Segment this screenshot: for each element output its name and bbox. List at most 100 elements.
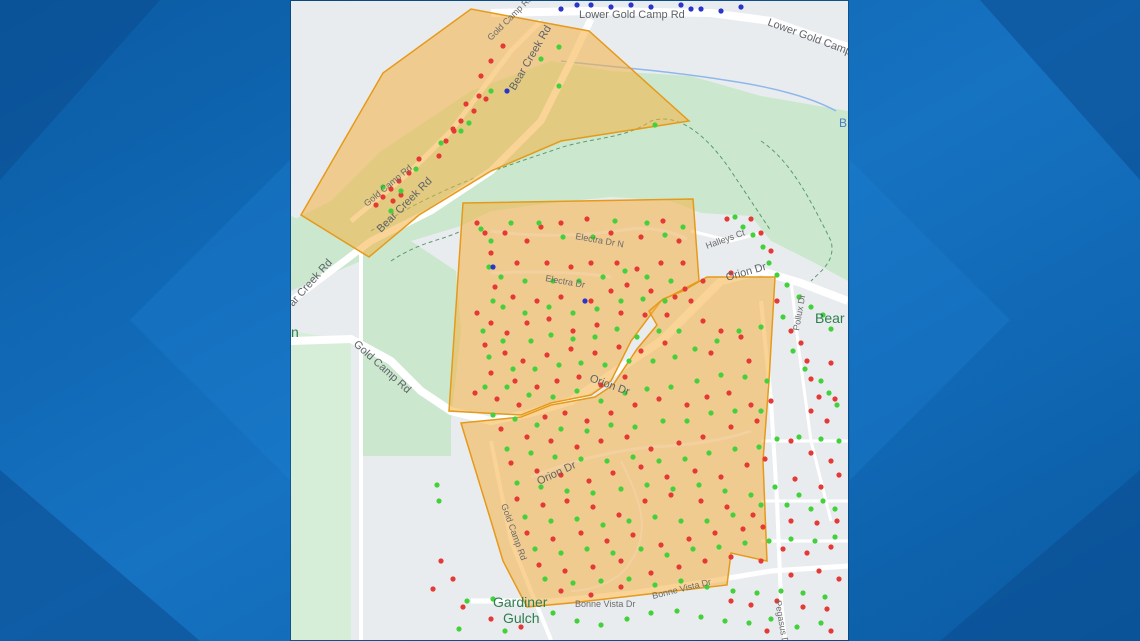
parcel-dot-red[interactable]	[604, 538, 610, 544]
parcel-dot-red[interactable]	[760, 524, 766, 530]
parcel-dot-red[interactable]	[614, 260, 620, 266]
parcel-dot-red[interactable]	[458, 118, 464, 124]
parcel-dot-red[interactable]	[668, 492, 674, 498]
parcel-dot-red[interactable]	[728, 554, 734, 560]
parcel-dot-red[interactable]	[568, 264, 574, 270]
parcel-dot-red[interactable]	[808, 376, 814, 382]
parcel-dot-green[interactable]	[634, 334, 640, 340]
parcel-dot-green[interactable]	[774, 272, 780, 278]
parcel-dot-red[interactable]	[688, 298, 694, 304]
parcel-dot-green[interactable]	[508, 220, 514, 226]
parcel-dot-red[interactable]	[608, 288, 614, 294]
parcel-dot-green[interactable]	[808, 506, 814, 512]
parcel-dot-green[interactable]	[708, 410, 714, 416]
parcel-dot-green[interactable]	[732, 214, 738, 220]
parcel-dot-red[interactable]	[540, 502, 546, 508]
parcel-dot-red[interactable]	[588, 592, 594, 598]
parcel-dot-red[interactable]	[686, 536, 692, 542]
parcel-dot-red[interactable]	[502, 230, 508, 236]
parcel-dot-red[interactable]	[704, 394, 710, 400]
parcel-dot-red[interactable]	[774, 298, 780, 304]
parcel-dot-red[interactable]	[592, 350, 598, 356]
parcel-dot-green[interactable]	[760, 244, 766, 250]
parcel-dot-red[interactable]	[692, 468, 698, 474]
parcel-dot-red[interactable]	[488, 250, 494, 256]
parcel-dot-blue[interactable]	[574, 2, 580, 8]
parcel-dot-red[interactable]	[832, 396, 838, 402]
parcel-dot-red[interactable]	[676, 564, 682, 570]
parcel-dot-green[interactable]	[828, 326, 834, 332]
parcel-dot-red[interactable]	[616, 512, 622, 518]
parcel-dot-green[interactable]	[542, 576, 548, 582]
parcel-dot-green[interactable]	[626, 358, 632, 364]
parcel-dot-red[interactable]	[800, 604, 806, 610]
parcel-dot-blue[interactable]	[588, 2, 594, 8]
parcel-dot-red[interactable]	[816, 394, 822, 400]
parcel-dot-red[interactable]	[546, 316, 552, 322]
parcel-dot-blue[interactable]	[688, 6, 694, 12]
parcel-dot-green[interactable]	[778, 588, 784, 594]
parcel-dot-red[interactable]	[492, 284, 498, 290]
parcel-dot-green[interactable]	[652, 514, 658, 520]
parcel-dot-red[interactable]	[618, 310, 624, 316]
parcel-dot-red[interactable]	[390, 198, 396, 204]
parcel-dot-green[interactable]	[732, 408, 738, 414]
parcel-dot-red[interactable]	[594, 322, 600, 328]
parcel-dot-green[interactable]	[622, 268, 628, 274]
parcel-dot-red[interactable]	[726, 390, 732, 396]
parcel-dot-green[interactable]	[488, 88, 494, 94]
parcel-dot-red[interactable]	[460, 604, 466, 610]
parcel-dot-red[interactable]	[828, 628, 834, 634]
parcel-dot-green[interactable]	[638, 546, 644, 552]
parcel-dot-green[interactable]	[500, 304, 506, 310]
parcel-dot-red[interactable]	[590, 564, 596, 570]
parcel-dot-green[interactable]	[730, 588, 736, 594]
parcel-dot-red[interactable]	[634, 266, 640, 272]
parcel-dot-green[interactable]	[528, 338, 534, 344]
parcel-dot-red[interactable]	[622, 374, 628, 380]
parcel-dot-red[interactable]	[798, 340, 804, 346]
parcel-dot-green[interactable]	[490, 298, 496, 304]
parcel-dot-green[interactable]	[522, 310, 528, 316]
parcel-dot-green[interactable]	[736, 328, 742, 334]
parcel-dot-green[interactable]	[822, 594, 828, 600]
parcel-dot-red[interactable]	[598, 438, 604, 444]
parcel-dot-red[interactable]	[724, 504, 730, 510]
parcel-dot-green[interactable]	[746, 620, 752, 626]
parcel-dot-green[interactable]	[730, 512, 736, 518]
parcel-dot-green[interactable]	[398, 188, 404, 194]
parcel-dot-green[interactable]	[774, 436, 780, 442]
parcel-dot-green[interactable]	[438, 140, 444, 146]
parcel-dot-green[interactable]	[502, 628, 508, 634]
parcel-dot-green[interactable]	[676, 328, 682, 334]
parcel-dot-red[interactable]	[608, 410, 614, 416]
parcel-dot-red[interactable]	[488, 616, 494, 622]
parcel-dot-green[interactable]	[550, 394, 556, 400]
parcel-dot-red[interactable]	[584, 216, 590, 222]
parcel-dot-red[interactable]	[430, 586, 436, 592]
parcel-dot-red[interactable]	[638, 464, 644, 470]
parcel-dot-green[interactable]	[584, 546, 590, 552]
parcel-dot-green[interactable]	[714, 338, 720, 344]
parcel-dot-green[interactable]	[434, 482, 440, 488]
parcel-dot-green[interactable]	[826, 390, 832, 396]
parcel-dot-green[interactable]	[486, 354, 492, 360]
parcel-dot-red[interactable]	[436, 153, 442, 159]
parcel-dot-green[interactable]	[600, 522, 606, 528]
parcel-dot-green[interactable]	[498, 274, 504, 280]
parcel-dot-green[interactable]	[694, 378, 700, 384]
parcel-dot-green[interactable]	[690, 546, 696, 552]
parcel-dot-red[interactable]	[544, 260, 550, 266]
parcel-dot-red[interactable]	[610, 470, 616, 476]
parcel-dot-red[interactable]	[624, 282, 630, 288]
parcel-dot-red[interactable]	[474, 310, 480, 316]
parcel-dot-red[interactable]	[648, 446, 654, 452]
parcel-dot-green[interactable]	[808, 304, 814, 310]
parcel-dot-red[interactable]	[558, 294, 564, 300]
parcel-dot-green[interactable]	[602, 362, 608, 368]
parcel-dot-red[interactable]	[508, 460, 514, 466]
parcel-dot-green[interactable]	[818, 378, 824, 384]
parcel-dot-red[interactable]	[588, 260, 594, 266]
parcel-dot-red[interactable]	[498, 426, 504, 432]
parcel-dot-red[interactable]	[558, 588, 564, 594]
